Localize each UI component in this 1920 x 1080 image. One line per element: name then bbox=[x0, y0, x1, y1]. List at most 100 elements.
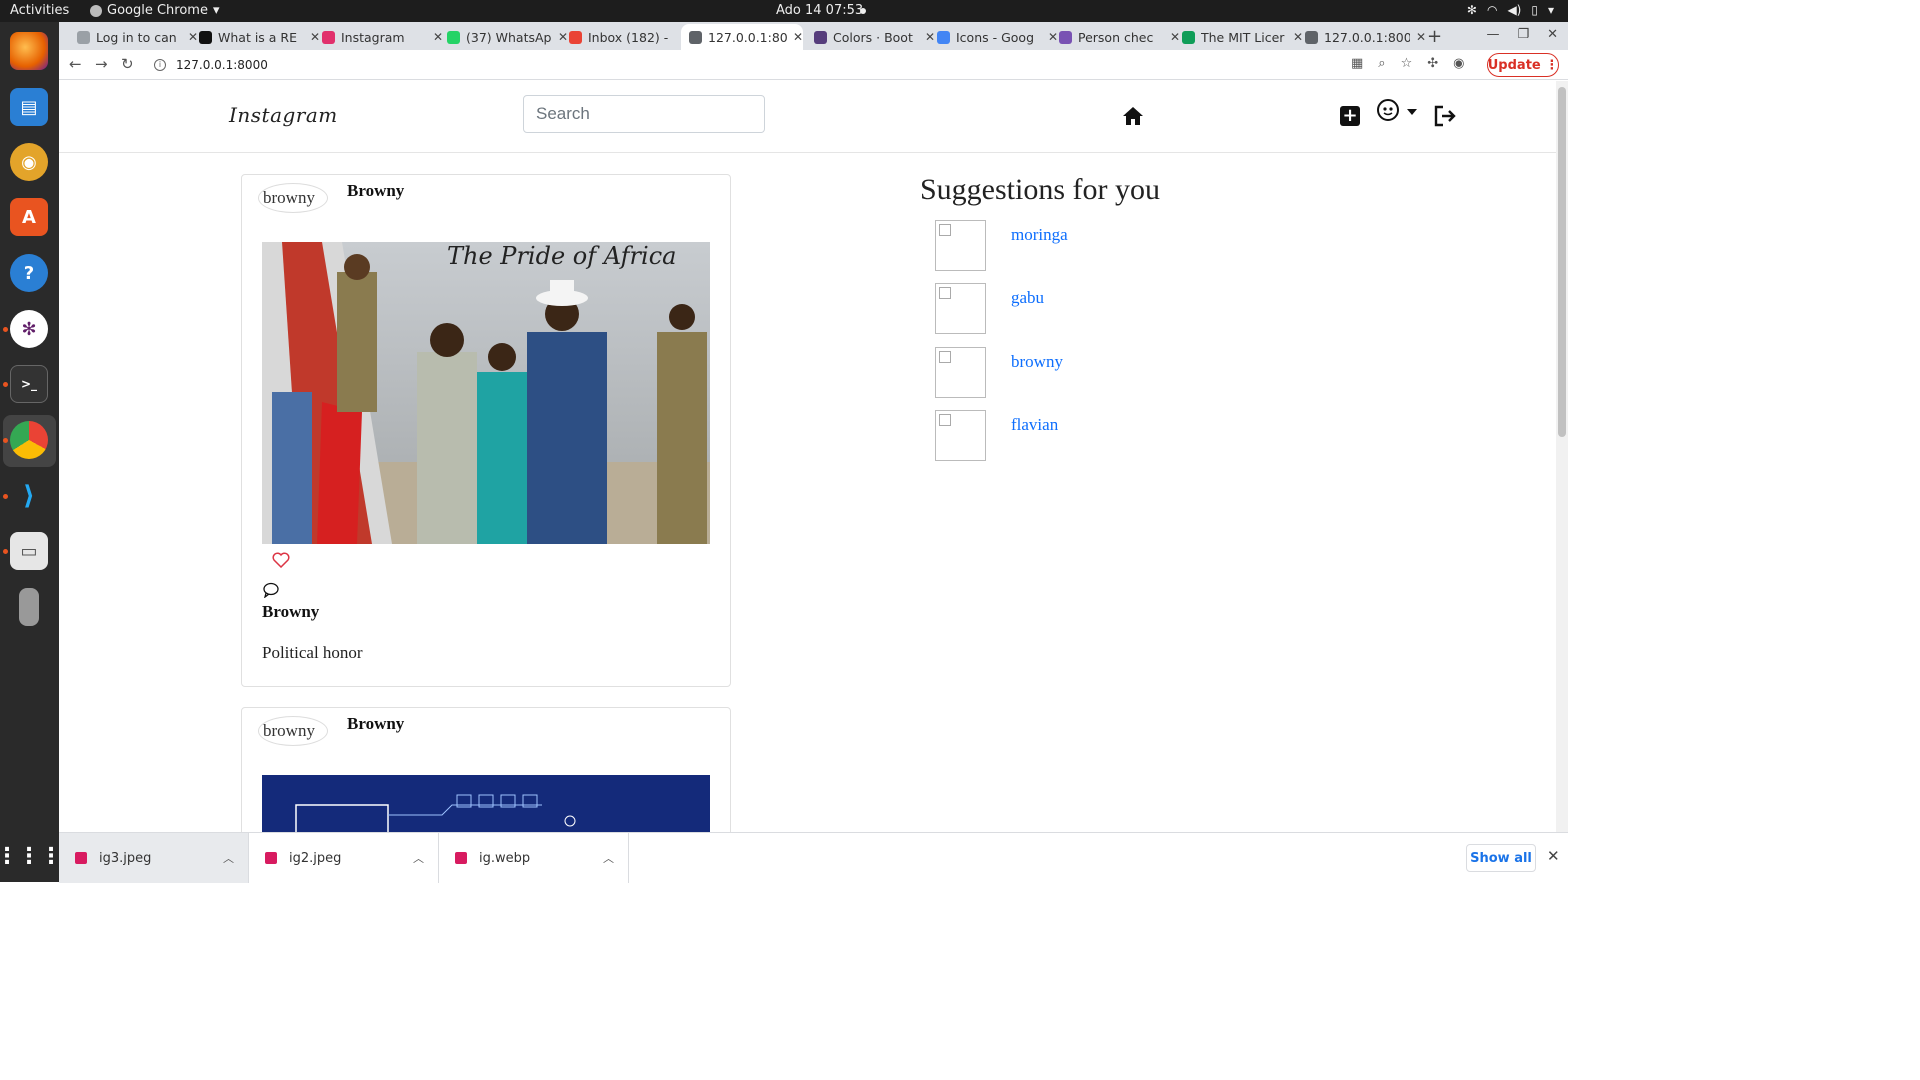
clock[interactable]: Ado 14 07:53 bbox=[776, 3, 863, 18]
logout-icon[interactable] bbox=[1433, 105, 1457, 127]
tab-close-icon[interactable]: ✕ bbox=[1416, 30, 1426, 44]
post-photo[interactable]: The Pride of Africa bbox=[262, 242, 710, 544]
vscode-icon[interactable]: ⟩ bbox=[10, 477, 48, 515]
writer-icon[interactable]: ▤ bbox=[10, 88, 48, 126]
notification-dot-icon bbox=[860, 8, 866, 14]
download-filename: ig3.jpeg bbox=[99, 850, 152, 866]
firefox-icon[interactable] bbox=[10, 32, 48, 70]
tab[interactable]: Inbox (182) -✕ bbox=[561, 24, 690, 50]
suggestion-avatar[interactable] bbox=[935, 283, 986, 334]
tab-favicon-icon bbox=[937, 30, 950, 44]
new-tab-button[interactable]: + bbox=[1427, 26, 1442, 47]
image-file-icon bbox=[265, 852, 277, 864]
tab[interactable]: Instagram ✕ bbox=[314, 24, 443, 50]
profile-dropdown-caret-icon[interactable] bbox=[1407, 109, 1417, 115]
omnibox-actions: ▦ ⌕ ☆ ✣ ◉ bbox=[1351, 56, 1464, 71]
tab[interactable]: The MIT Licer ✕ bbox=[1174, 24, 1303, 50]
home-icon[interactable] bbox=[1122, 106, 1144, 126]
tab[interactable]: Icons - Goog ✕ bbox=[929, 24, 1058, 50]
chevron-down-icon[interactable]: ▾ bbox=[1548, 3, 1554, 17]
update-button[interactable]: Update ⋮ bbox=[1487, 53, 1559, 77]
battery-icon[interactable]: ▯ bbox=[1531, 3, 1538, 17]
usb-drive-icon[interactable] bbox=[19, 588, 39, 626]
show-all-downloads-button[interactable]: Show all bbox=[1466, 844, 1536, 872]
url-text: 127.0.0.1:8000 bbox=[176, 58, 268, 72]
suggestion-avatar[interactable] bbox=[935, 220, 986, 271]
chevron-up-icon[interactable]: ︿ bbox=[223, 850, 234, 866]
tab-favicon-icon bbox=[77, 30, 90, 44]
slack-icon[interactable]: ✻ bbox=[10, 310, 48, 348]
download-item[interactable]: ig3.jpeg ︿ bbox=[59, 833, 249, 883]
tab-favicon-icon bbox=[447, 30, 460, 44]
download-item[interactable]: ig2.jpeg ︿ bbox=[249, 833, 439, 883]
tab-favicon-icon bbox=[199, 30, 212, 44]
bookmark-star-icon[interactable]: ☆ bbox=[1401, 56, 1413, 71]
face-icon bbox=[1383, 107, 1393, 116]
omnibox[interactable]: i 127.0.0.1:8000 bbox=[154, 54, 1349, 76]
show-apps-icon[interactable]: ⋮⋮⋮ bbox=[0, 837, 62, 875]
site-info-icon[interactable]: i bbox=[154, 59, 166, 71]
minimize-icon[interactable]: — bbox=[1486, 27, 1499, 42]
like-heart-icon[interactable] bbox=[272, 552, 290, 568]
extensions-icon[interactable]: ✣ bbox=[1427, 56, 1438, 71]
tab-title: Icons - Goog bbox=[956, 29, 1035, 45]
close-window-icon[interactable]: ✕ bbox=[1547, 27, 1558, 42]
suggestion-link[interactable]: gabu bbox=[1011, 288, 1044, 308]
suggestion-link[interactable]: browny bbox=[1011, 352, 1063, 372]
zoom-icon[interactable]: ⌕ bbox=[1378, 56, 1385, 71]
suggestion-avatar[interactable] bbox=[935, 410, 986, 461]
page-scrollbar[interactable] bbox=[1556, 81, 1568, 832]
search-input[interactable] bbox=[523, 95, 765, 133]
running-indicator bbox=[3, 438, 8, 443]
activities-button[interactable]: Activities bbox=[10, 3, 69, 18]
volume-icon[interactable]: ◀) bbox=[1507, 3, 1521, 17]
terminal-icon[interactable]: >_ bbox=[10, 365, 48, 403]
tab[interactable]: Colors · Boot ✕ bbox=[806, 24, 935, 50]
chevron-up-icon[interactable]: ︿ bbox=[603, 850, 614, 866]
post-username[interactable]: Browny bbox=[347, 181, 404, 201]
post-avatar[interactable]: browny bbox=[258, 183, 328, 213]
system-tray[interactable]: ✻ ◠ ◀) ▯ ▾ bbox=[1467, 3, 1554, 17]
reload-icon[interactable]: ↻ bbox=[121, 55, 134, 73]
suggestion-avatar[interactable] bbox=[935, 347, 986, 398]
tab-active[interactable]: 127.0.0.1:800 ✕ bbox=[681, 24, 803, 50]
tab[interactable]: (37) WhatsAp ✕ bbox=[439, 24, 568, 50]
rhythmbox-icon[interactable]: ◉ bbox=[10, 143, 48, 181]
back-icon[interactable]: ← bbox=[69, 55, 82, 73]
download-filename: ig2.jpeg bbox=[289, 850, 342, 866]
restore-icon[interactable]: ❐ bbox=[1517, 27, 1529, 42]
tab[interactable]: 127.0.0.1:800 ✕ bbox=[1297, 24, 1426, 50]
post-avatar[interactable]: browny bbox=[258, 716, 328, 746]
post-username[interactable]: Browny bbox=[347, 714, 404, 734]
add-post-icon[interactable]: + bbox=[1340, 106, 1360, 126]
help-icon[interactable]: ? bbox=[10, 254, 48, 292]
image-file-icon bbox=[455, 852, 467, 864]
running-indicator bbox=[3, 382, 8, 387]
wifi-icon[interactable]: ◠ bbox=[1487, 3, 1497, 17]
scrollbar-thumb[interactable] bbox=[1558, 87, 1566, 437]
qr-code-icon[interactable]: ▦ bbox=[1351, 56, 1363, 71]
close-downloads-icon[interactable]: ✕ bbox=[1547, 847, 1560, 865]
chrome-icon bbox=[90, 4, 102, 17]
comment-icon[interactable] bbox=[263, 582, 279, 598]
files-icon[interactable]: ▭ bbox=[10, 532, 48, 570]
tab[interactable]: Person chec ✕ bbox=[1051, 24, 1180, 50]
tab[interactable]: What is a RE ✕ bbox=[191, 24, 320, 50]
tab[interactable]: Log in to can ✕ bbox=[69, 24, 198, 50]
suggestion-link[interactable]: flavian bbox=[1011, 415, 1058, 435]
slack-tray-icon[interactable]: ✻ bbox=[1467, 3, 1477, 17]
running-indicator bbox=[3, 327, 8, 332]
tab-close-icon[interactable]: ✕ bbox=[793, 30, 803, 44]
suggestion-link[interactable]: moringa bbox=[1011, 225, 1068, 245]
post-photo[interactable] bbox=[262, 775, 710, 832]
brand-logo[interactable]: Instagram bbox=[229, 103, 338, 127]
chrome-icon[interactable] bbox=[10, 421, 48, 459]
download-item[interactable]: ig.webp ︿ bbox=[439, 833, 629, 883]
software-center-icon[interactable]: A bbox=[10, 198, 48, 236]
app-menu[interactable]: Google Chrome ▾ bbox=[90, 3, 220, 18]
profile-icon[interactable] bbox=[1377, 99, 1399, 121]
chevron-up-icon[interactable]: ︿ bbox=[413, 850, 424, 866]
post-card: browny Browny bbox=[241, 174, 731, 687]
forward-icon[interactable]: → bbox=[95, 55, 108, 73]
profile-avatar-icon[interactable]: ◉ bbox=[1453, 56, 1464, 71]
